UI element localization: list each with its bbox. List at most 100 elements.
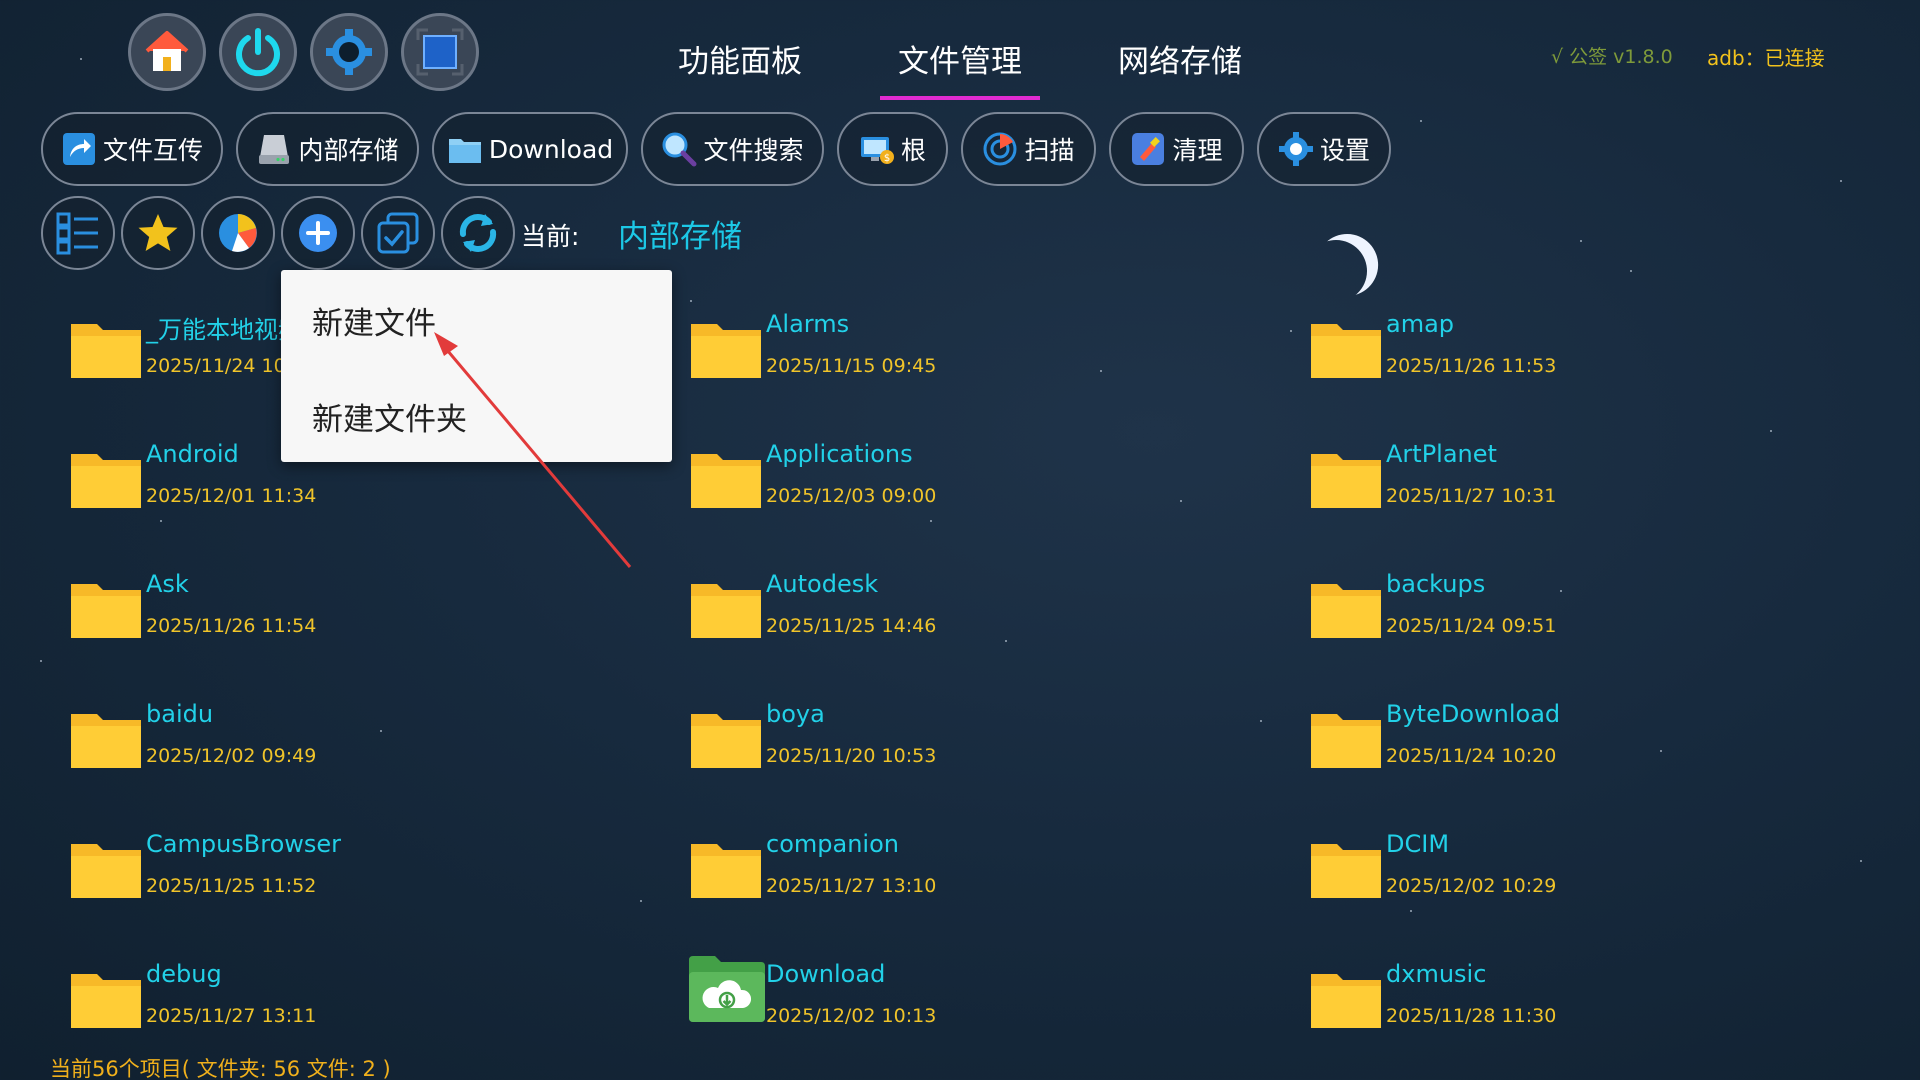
gear-icon xyxy=(1278,131,1314,167)
multi-select-button[interactable] xyxy=(361,196,435,270)
refresh-button[interactable] xyxy=(441,196,515,270)
clean-icon xyxy=(1130,131,1166,167)
folder-icon xyxy=(71,844,141,898)
storage-analysis-button[interactable] xyxy=(201,196,275,270)
file-transfer-button[interactable]: 文件互传 xyxy=(41,112,223,186)
folder-icon xyxy=(1311,584,1381,638)
moon-decoration xyxy=(1300,235,1372,307)
file-name: Download xyxy=(766,960,886,988)
file-item[interactable]: Alarms 2025/11/15 09:45 xyxy=(691,310,1251,410)
file-date: 2025/11/24 10:20 xyxy=(1386,745,1557,767)
folder-icon xyxy=(71,974,141,1028)
file-name: boya xyxy=(766,700,825,728)
file-name: ByteDownload xyxy=(1386,700,1561,728)
window-icon xyxy=(416,28,464,76)
file-name: CampusBrowser xyxy=(146,830,342,858)
new-file-menu-item[interactable]: 新建文件 xyxy=(312,298,436,343)
active-tab-indicator xyxy=(880,96,1040,100)
file-name: dxmusic xyxy=(1386,960,1487,988)
home-icon xyxy=(145,31,189,71)
file-item[interactable]: baidu 2025/12/02 09:49 xyxy=(71,700,631,800)
power-button[interactable] xyxy=(219,13,297,91)
file-name: amap xyxy=(1386,310,1455,338)
clean-button[interactable]: 清理 xyxy=(1109,112,1244,186)
file-name: Applications xyxy=(766,440,913,468)
file-date: 2025/11/27 10:31 xyxy=(1386,485,1557,507)
file-item[interactable]: CampusBrowser 2025/11/25 11:52 xyxy=(71,830,631,930)
file-name: Android xyxy=(146,440,239,468)
list-view-icon xyxy=(56,212,98,255)
toolbar-label: 文件搜索 xyxy=(703,136,804,165)
file-date: 2025/11/20 10:53 xyxy=(766,745,937,767)
search-icon xyxy=(661,131,697,167)
window-button[interactable] xyxy=(401,13,479,91)
drive-icon xyxy=(256,131,292,167)
folder-icon xyxy=(1311,974,1381,1028)
file-item[interactable]: Download 2025/12/02 10:13 xyxy=(687,956,1247,1060)
internal-storage-button[interactable]: 内部存储 xyxy=(236,112,419,186)
file-date: 2025/11/15 09:45 xyxy=(766,355,937,377)
file-item[interactable]: DCIM 2025/12/02 10:29 xyxy=(1311,830,1871,930)
folder-icon xyxy=(71,324,141,378)
toolbar-label: 扫描 xyxy=(1024,136,1075,165)
file-item[interactable]: ByteDownload 2025/11/24 10:20 xyxy=(1311,700,1871,800)
file-date: 2025/11/25 11:52 xyxy=(146,875,317,897)
current-path-label: 当前: xyxy=(521,222,580,251)
toolbar-label: 清理 xyxy=(1172,136,1223,165)
file-date: 2025/12/02 10:29 xyxy=(1386,875,1557,897)
scan-button[interactable]: 扫描 xyxy=(961,112,1096,186)
file-date: 2025/12/02 09:49 xyxy=(146,745,317,767)
file-date: 2025/12/03 09:00 xyxy=(766,485,937,507)
file-item[interactable]: Applications 2025/12/03 09:00 xyxy=(691,440,1251,540)
multi-select-icon xyxy=(377,212,419,254)
file-item[interactable]: dxmusic 2025/11/28 11:30 xyxy=(1311,960,1871,1060)
pie-chart-icon xyxy=(219,214,257,252)
file-date: 2025/12/01 11:34 xyxy=(146,485,317,507)
file-date: 2025/11/24 09:51 xyxy=(1386,615,1557,637)
file-name: baidu xyxy=(146,700,214,728)
file-name: DCIM xyxy=(1386,830,1450,858)
home-button[interactable] xyxy=(128,13,206,91)
file-name: companion xyxy=(766,830,899,858)
file-item[interactable]: amap 2025/11/26 11:53 xyxy=(1311,310,1871,410)
list-view-button[interactable] xyxy=(41,196,115,270)
folder-icon xyxy=(1311,454,1381,508)
svg-text:$: $ xyxy=(884,153,890,164)
root-button[interactable]: $ 根 xyxy=(837,112,948,186)
status-bar: 当前56个项目( 文件夹: 56 文件: 2 ) xyxy=(50,1057,391,1080)
settings-toolbar-button[interactable]: 设置 xyxy=(1257,112,1391,186)
tab-network-storage[interactable]: 网络存储 xyxy=(1108,36,1252,80)
file-name: Autodesk xyxy=(766,570,879,598)
file-item[interactable]: boya 2025/11/20 10:53 xyxy=(691,700,1251,800)
file-search-button[interactable]: 文件搜索 xyxy=(641,112,824,186)
file-date: 2025/11/26 11:54 xyxy=(146,615,317,637)
version-label: √ 公签 v1.8.0 xyxy=(1551,46,1673,68)
toolbar-label: 根 xyxy=(900,136,926,165)
tab-file-manager[interactable]: 文件管理 xyxy=(888,36,1032,80)
tab-function-panel[interactable]: 功能面板 xyxy=(668,36,812,80)
folder-icon xyxy=(691,454,761,508)
file-item[interactable]: debug 2025/11/27 13:11 xyxy=(71,960,631,1060)
file-item[interactable]: companion 2025/11/27 13:10 xyxy=(691,830,1251,930)
file-item[interactable]: Autodesk 2025/11/25 14:46 xyxy=(691,570,1251,670)
add-button[interactable] xyxy=(281,196,355,270)
adb-status: adb：已连接 xyxy=(1707,46,1825,70)
refresh-icon xyxy=(459,214,497,252)
folder-icon xyxy=(1311,324,1381,378)
share-icon xyxy=(61,131,97,167)
favorites-button[interactable] xyxy=(121,196,195,270)
gear-icon xyxy=(326,29,372,75)
folder-icon xyxy=(691,584,761,638)
file-date: 2025/11/27 13:11 xyxy=(146,1005,317,1027)
new-folder-menu-item[interactable]: 新建文件夹 xyxy=(312,394,467,439)
file-item[interactable]: backups 2025/11/24 09:51 xyxy=(1311,570,1871,670)
settings-button[interactable] xyxy=(310,13,388,91)
download-button[interactable]: Download xyxy=(432,112,628,186)
folder-icon xyxy=(447,131,483,167)
star-icon xyxy=(138,214,178,251)
current-path[interactable]: 内部存储 xyxy=(618,211,742,256)
file-item[interactable]: ArtPlanet 2025/11/27 10:31 xyxy=(1311,440,1871,540)
folder-icon xyxy=(691,324,761,378)
file-item[interactable]: Ask 2025/11/26 11:54 xyxy=(71,570,631,670)
file-date: 2025/11/28 11:30 xyxy=(1386,1005,1557,1027)
